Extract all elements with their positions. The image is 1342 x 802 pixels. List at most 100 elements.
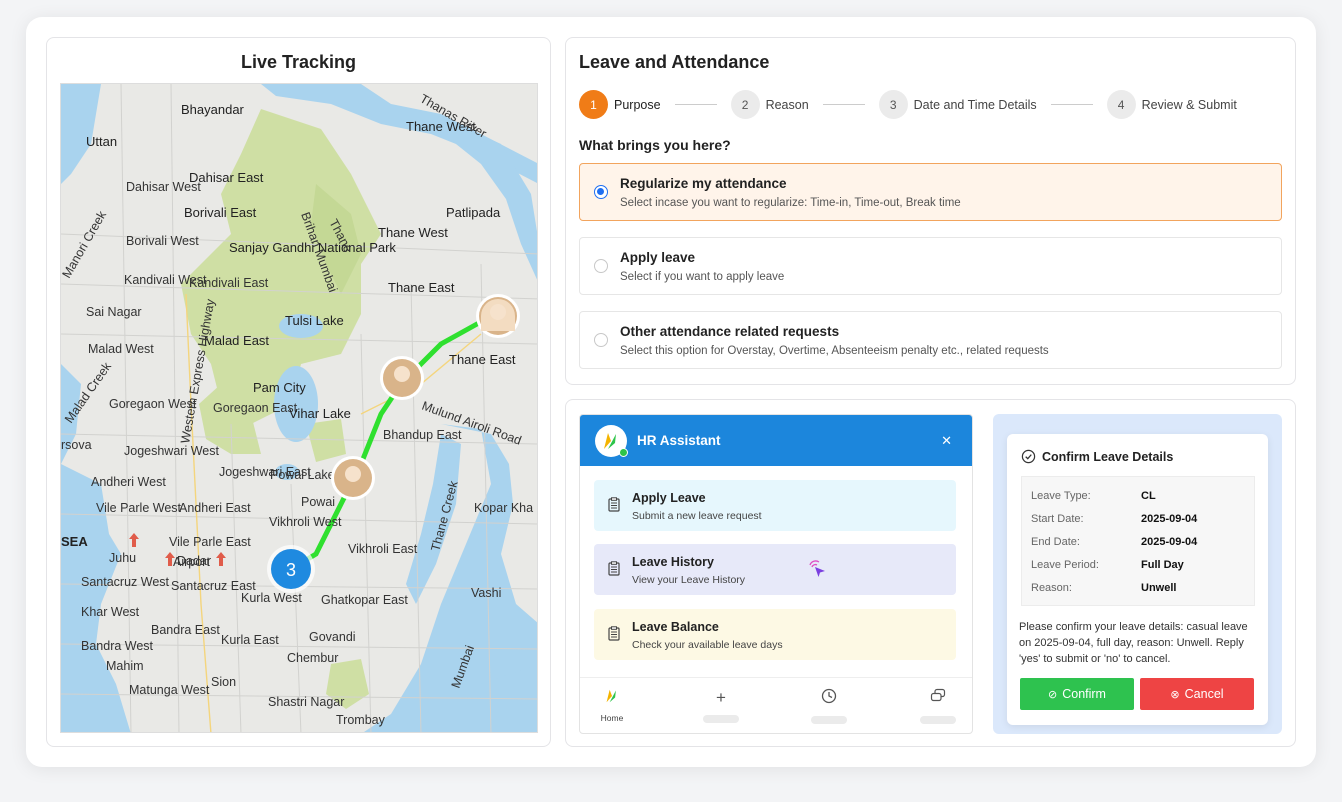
svg-text:Bandra East: Bandra East: [151, 623, 220, 637]
nav-chat[interactable]: [918, 688, 958, 724]
check-circle-icon: ⊘: [1048, 688, 1058, 701]
chat-bubbles-icon: [930, 688, 946, 702]
svg-text:Andheri West: Andheri West: [91, 475, 166, 489]
step-divider: [1050, 104, 1093, 105]
svg-text:Juhu: Juhu: [109, 551, 136, 565]
svg-text:SEA: SEA: [61, 534, 88, 549]
hr-assistant-logo: [595, 424, 628, 457]
svg-text:Tulsi Lake: Tulsi Lake: [285, 313, 344, 328]
svg-text:Vikhroli West: Vikhroli West: [269, 515, 342, 529]
svg-text:Dahisar West: Dahisar West: [126, 180, 201, 194]
nav-home[interactable]: Home: [592, 688, 632, 723]
leave-balance-item[interactable]: Leave Balance Check your available leave…: [594, 609, 956, 660]
hr-assistant-title: HR Assistant: [637, 433, 721, 448]
step-reason[interactable]: 2 Reason: [730, 90, 809, 119]
map[interactable]: Bhayandar Uttan Dahisar East Dahisar Wes…: [60, 83, 538, 733]
step-date-time[interactable]: 3 Date and Time Details: [878, 90, 1037, 119]
svg-text:Andheri East: Andheri East: [179, 501, 251, 515]
assistant-panel: HR Assistant ✕ Apply Leave Submit a new …: [565, 399, 1296, 747]
live-tracking-title: Live Tracking: [240, 52, 357, 72]
svg-text:Malad West: Malad West: [88, 342, 154, 356]
hr-assistant-header: HR Assistant ✕: [580, 415, 972, 466]
nav-add[interactable]: +: [701, 688, 741, 723]
cluster-marker[interactable]: 3: [267, 545, 315, 593]
online-status-dot: [619, 447, 628, 457]
confirm-message: Please confirm your leave details: casua…: [1019, 621, 1248, 665]
confirm-leave-container: Confirm Leave Details Leave Type: CL Star…: [993, 414, 1282, 734]
stepper: 1 Purpose 2 Reason 3 Date and Time Detai…: [579, 90, 1237, 119]
svg-text:Kopar Kha: Kopar Kha: [474, 501, 533, 515]
svg-text:Matunga West: Matunga West: [129, 683, 210, 697]
cancel-button[interactable]: ⊗ Cancel: [1140, 678, 1254, 710]
option-other-requests[interactable]: Other attendance related requests Select…: [579, 311, 1282, 369]
svg-text:Bhandup East: Bhandup East: [383, 428, 462, 442]
svg-text:Vihar Lake: Vihar Lake: [289, 406, 351, 421]
home-leaf-icon: [606, 689, 616, 703]
svg-text:Kurla West: Kurla West: [241, 591, 302, 605]
svg-text:Ghatkopar East: Ghatkopar East: [321, 593, 408, 607]
svg-text:rsova: rsova: [61, 438, 92, 452]
svg-text:Malad East: Malad East: [204, 333, 269, 348]
svg-text:Powai Lake: Powai Lake: [270, 468, 335, 482]
svg-text:Mahim: Mahim: [106, 659, 144, 673]
option-apply-leave[interactable]: Apply leave Select if you want to apply …: [579, 237, 1282, 295]
map-canvas[interactable]: Bhayandar Uttan Dahisar East Dahisar Wes…: [61, 84, 538, 733]
bottom-nav: Home +: [580, 677, 972, 733]
svg-text:Thane West: Thane West: [378, 225, 448, 240]
svg-text:Santacruz West: Santacruz West: [81, 575, 170, 589]
step-divider: [674, 104, 717, 105]
live-tracking-panel: Live Tracking Bhayandar Uttan Dahisar Ea…: [46, 37, 551, 747]
svg-text:Pam City: Pam City: [253, 380, 306, 395]
driver-avatar[interactable]: [476, 294, 520, 338]
leave-attendance-panel: Leave and Attendance 1 Purpose 2 Reason …: [565, 37, 1296, 385]
step-review-submit[interactable]: 4 Review & Submit: [1106, 90, 1237, 119]
clipboard-icon: [608, 561, 620, 576]
svg-text:Vile Parle West: Vile Parle West: [96, 501, 182, 515]
radio-button[interactable]: [594, 333, 608, 347]
radio-button[interactable]: [594, 259, 608, 273]
step-divider: [822, 104, 865, 105]
svg-text:Sai Nagar: Sai Nagar: [86, 305, 142, 319]
apply-leave-item[interactable]: Apply Leave Submit a new leave request: [594, 480, 956, 531]
driver-avatar[interactable]: [331, 456, 375, 500]
svg-text:Vile Parle East: Vile Parle East: [169, 535, 251, 549]
radio-button[interactable]: [594, 185, 608, 199]
svg-text:Uttan: Uttan: [86, 134, 117, 149]
leave-history-item[interactable]: Leave History View your Leave History: [594, 544, 956, 595]
confirm-leave-title: Confirm Leave Details: [1021, 449, 1173, 464]
svg-text:Thane East: Thane East: [388, 280, 455, 295]
svg-text:Vashi: Vashi: [471, 586, 501, 600]
cluster-count: 3: [286, 560, 296, 580]
map-label: Bhayandar: [181, 102, 245, 117]
app-frame: Live Tracking Bhayandar Uttan Dahisar Ea…: [26, 17, 1316, 767]
cursor-click-icon: [809, 560, 825, 577]
svg-text:Patlipada: Patlipada: [446, 205, 501, 220]
clipboard-icon: [608, 497, 620, 512]
hr-assistant-widget: HR Assistant ✕ Apply Leave Submit a new …: [579, 414, 973, 734]
confirm-button[interactable]: ⊘ Confirm: [1020, 678, 1134, 710]
nav-history[interactable]: [809, 688, 849, 724]
leave-details-table: Leave Type: CL Start Date: 2025-09-04 End …: [1021, 476, 1255, 606]
question-label: What brings you here?: [579, 137, 731, 153]
svg-text:Jogeshwari West: Jogeshwari West: [124, 444, 219, 458]
svg-text:Borivali East: Borivali East: [184, 205, 257, 220]
svg-text:Thane East: Thane East: [449, 352, 516, 367]
svg-text:Dadar: Dadar: [177, 554, 211, 568]
svg-text:Bandra West: Bandra West: [81, 639, 154, 653]
step-purpose[interactable]: 1 Purpose: [579, 90, 661, 119]
svg-text:Vikhroli East: Vikhroli East: [348, 542, 418, 556]
svg-text:Trombay: Trombay: [336, 713, 386, 727]
check-circle-icon: [1021, 449, 1036, 464]
driver-avatar[interactable]: [380, 356, 424, 400]
svg-text:Khar West: Khar West: [81, 605, 140, 619]
svg-text:Govandi: Govandi: [309, 630, 356, 644]
option-regularize[interactable]: Regularize my attendance Select incase y…: [579, 163, 1282, 221]
plus-icon: +: [716, 688, 726, 707]
svg-text:Kurla East: Kurla East: [221, 633, 279, 647]
svg-text:Goregaon East: Goregaon East: [213, 401, 298, 415]
confirm-leave-card: Confirm Leave Details Leave Type: CL Star…: [1007, 434, 1268, 725]
cancel-circle-icon: ⊗: [1170, 688, 1180, 701]
leave-attendance-title: Leave and Attendance: [579, 52, 770, 72]
svg-text:Kandivali East: Kandivali East: [189, 276, 269, 290]
close-icon[interactable]: ✕: [941, 433, 952, 449]
